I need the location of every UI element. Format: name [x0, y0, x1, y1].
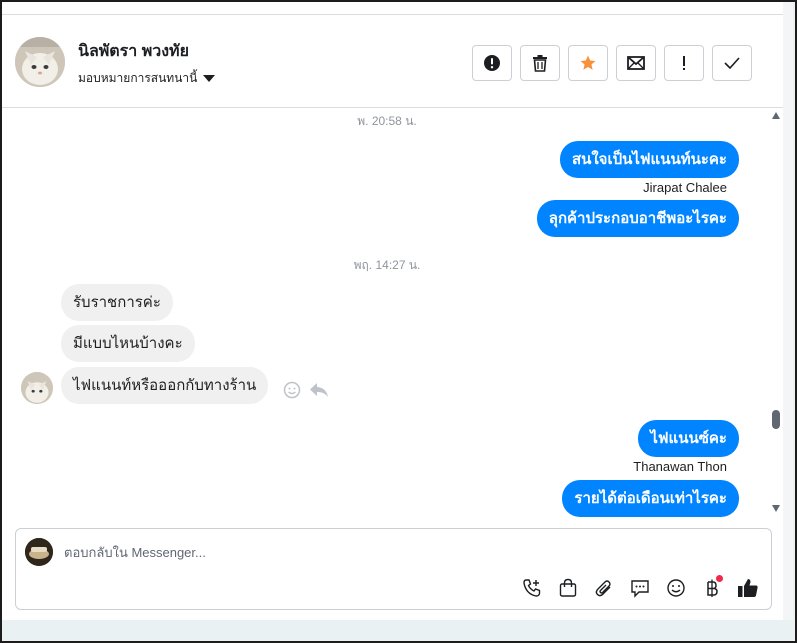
conversation-panel: นิลพัตรา พวงทัย มอบหมายการสนทนานี้ พ. 20…: [2, 2, 783, 620]
alert-circle-icon: [484, 55, 500, 71]
exclamation-icon: [683, 56, 685, 70]
scrollbar-thumb[interactable]: [772, 410, 780, 429]
done-button[interactable]: [712, 45, 752, 81]
star-icon: [580, 55, 596, 70]
follow-up-button[interactable]: [664, 45, 704, 81]
reply-composer: [15, 528, 772, 610]
emoji-button[interactable]: [665, 577, 687, 599]
trash-icon: [533, 55, 547, 72]
timestamp: พฤ. 14:27 น.: [353, 258, 421, 272]
contact-avatar[interactable]: [15, 37, 65, 87]
shopping-bag-icon: [559, 578, 577, 597]
emoji-icon: [667, 579, 685, 597]
outgoing-message[interactable]: รายได้ต่อเดือนเท่าไรคะ: [562, 480, 739, 517]
reply-input[interactable]: [64, 539, 704, 565]
spam-button[interactable]: [472, 45, 512, 81]
bottom-strip: [2, 620, 793, 641]
notification-dot: [716, 575, 723, 582]
paperclip-icon: [595, 580, 611, 597]
page-avatar: [25, 538, 53, 566]
call-button[interactable]: [521, 577, 543, 599]
delete-button[interactable]: [520, 45, 560, 81]
incoming-message[interactable]: ไฟแนนท์หรือออกกับทางร้าน: [61, 367, 269, 404]
scroll-down-arrow[interactable]: [772, 505, 780, 512]
payment-button[interactable]: [701, 575, 723, 599]
conversation-header: นิลพัตรา พวงทัย มอบหมายการสนทนานี้: [2, 15, 783, 108]
incoming-message[interactable]: มีแบบไหนบ้างคะ: [61, 325, 195, 362]
sender-name: Jirapat Chalee: [643, 180, 727, 195]
phone-add-icon: [523, 579, 541, 597]
contact-avatar-small[interactable]: [21, 372, 53, 404]
assign-conversation-dropdown[interactable]: มอบหมายการสนทนานี้: [78, 69, 216, 88]
contact-name[interactable]: นิลพัตรา พวงทัย: [78, 39, 189, 64]
assign-label: มอบหมายการสนทนานี้: [78, 71, 198, 85]
scrollbar-track: [783, 2, 793, 620]
outgoing-message[interactable]: ลุกค้าประกอบอาชีพอะไรคะ: [536, 200, 739, 237]
envelope-icon: [627, 56, 645, 70]
conversation-actions: [472, 45, 752, 81]
outgoing-message[interactable]: สนใจเป็นไฟแนนท์นะคะ: [559, 141, 739, 178]
thumbs-up-icon: [738, 579, 758, 597]
mark-unread-button[interactable]: [616, 45, 656, 81]
chat-bubble-icon: [631, 580, 649, 598]
like-button[interactable]: [737, 577, 759, 599]
incoming-message[interactable]: รับราชการค่ะ: [61, 284, 173, 321]
caret-down-icon: [203, 75, 216, 82]
shop-button[interactable]: [557, 577, 579, 599]
saved-replies-button[interactable]: [629, 577, 651, 599]
sender-name: Thanawan Thon: [633, 459, 727, 474]
message-thread: พ. 20:58 น. สนใจเป็นไฟแนนท์นะคะ Jirapat …: [2, 108, 772, 517]
smiley-icon[interactable]: [283, 381, 301, 399]
timestamp: พ. 20:58 น.: [357, 114, 417, 128]
reply-arrow-icon[interactable]: [309, 382, 329, 398]
message-tools: [283, 381, 329, 399]
star-button[interactable]: [568, 45, 608, 81]
check-icon: [724, 57, 740, 69]
outgoing-message[interactable]: ไฟแนนซ์คะ: [638, 420, 739, 457]
scroll-up-arrow[interactable]: [772, 112, 780, 119]
composer-tools: [521, 575, 759, 599]
attach-button[interactable]: [593, 577, 615, 599]
